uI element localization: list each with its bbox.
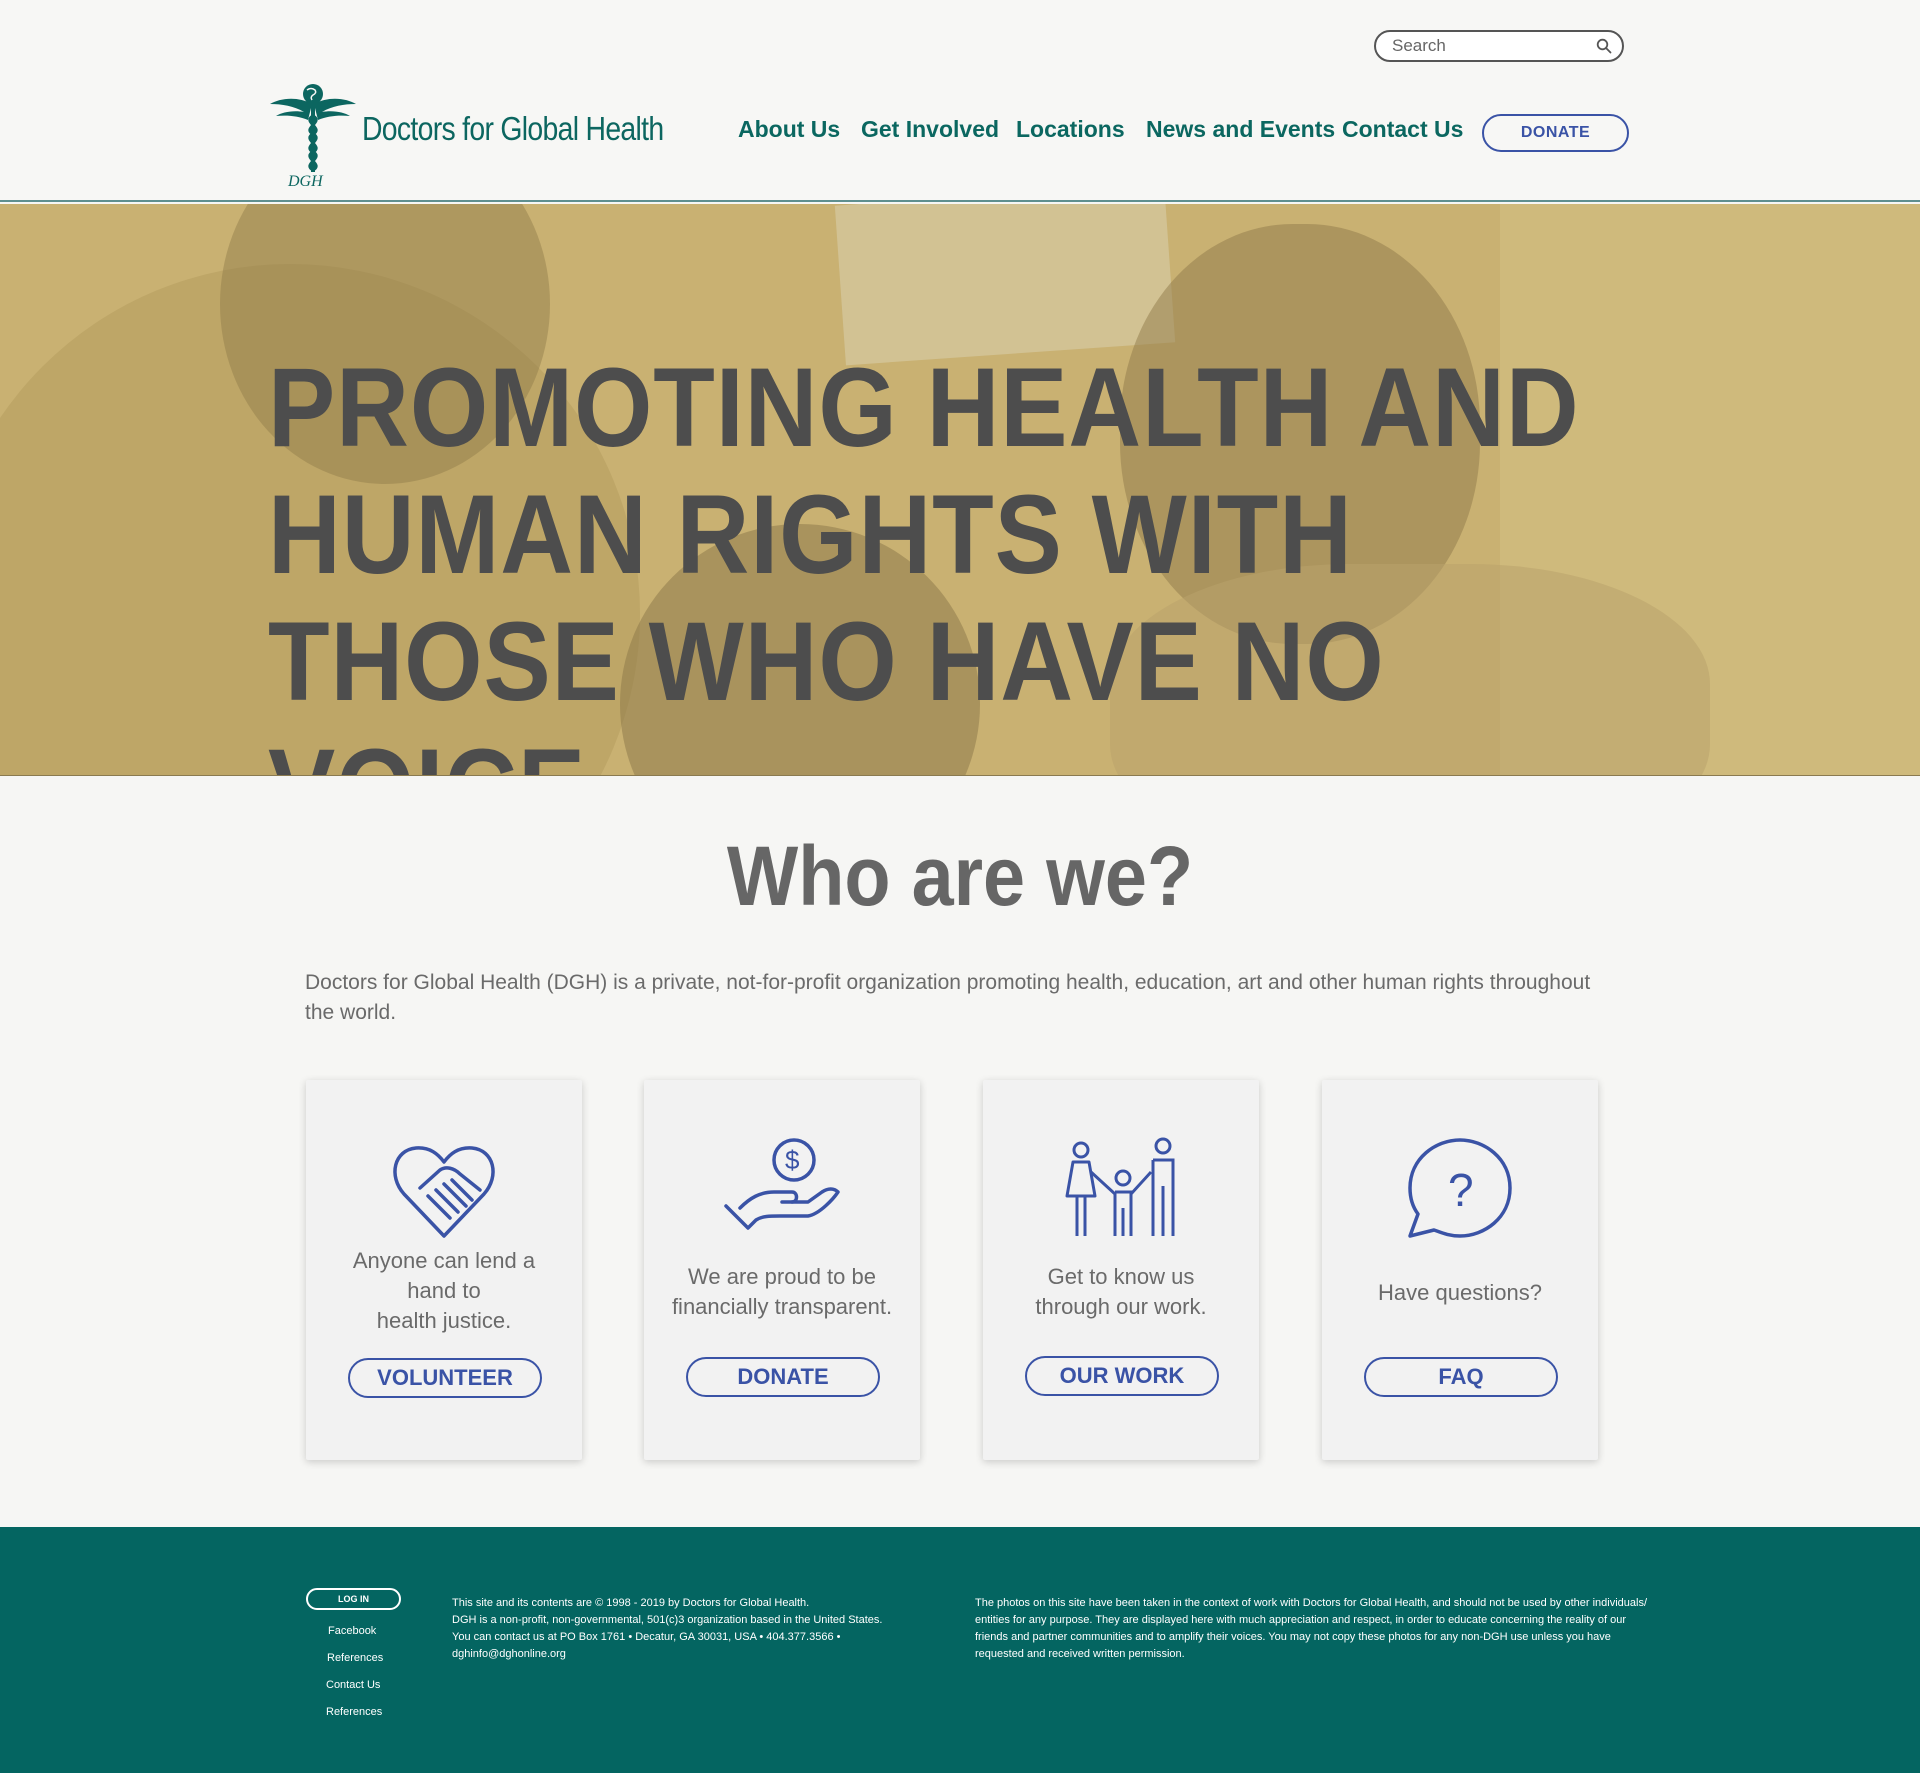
footer-link-facebook[interactable]: Facebook bbox=[328, 1625, 376, 1637]
card-text-line: health justice. bbox=[376, 1308, 512, 1333]
dgh-logo[interactable]: DGH bbox=[268, 82, 358, 188]
card-text-line: Have questions? bbox=[1378, 1280, 1542, 1305]
card-text: We are proud to be financially transpare… bbox=[644, 1262, 920, 1322]
site-header: DGH Doctors for Global Health About Us G… bbox=[0, 0, 1920, 202]
footer-link-contact-us[interactable]: Contact Us bbox=[326, 1679, 380, 1691]
copyright-line: DGH is a non-profit, non-governmental, 5… bbox=[452, 1614, 883, 1626]
card-text-line: Anyone can lend a bbox=[352, 1248, 536, 1273]
photo-notice-line: requested and received written permissio… bbox=[975, 1648, 1185, 1660]
header-donate-button[interactable]: DONATE bbox=[1482, 114, 1629, 152]
family-icon bbox=[1065, 1137, 1175, 1236]
donate-button[interactable]: DONATE bbox=[686, 1357, 880, 1397]
svg-text:$: $ bbox=[785, 1145, 800, 1175]
logo-letters: DGH bbox=[287, 173, 324, 188]
nav-get-involved[interactable]: Get Involved bbox=[861, 116, 999, 143]
card-text-line: hand to bbox=[407, 1278, 481, 1303]
search-icon[interactable] bbox=[1596, 38, 1612, 54]
card-text-line: We are proud to be bbox=[688, 1264, 876, 1289]
login-button[interactable]: LOG IN bbox=[306, 1588, 401, 1610]
copyright-line: This site and its contents are © 1998 - … bbox=[452, 1597, 810, 1609]
card-text: Get to know us through our work. bbox=[983, 1262, 1259, 1322]
photo-notice: The photos on this site have been taken … bbox=[975, 1595, 1647, 1663]
section-title: Who are we? bbox=[726, 829, 1194, 923]
hero-photo-shade bbox=[834, 204, 1176, 366]
question-bubble-icon: ? bbox=[1408, 1138, 1512, 1238]
about-paragraph: Doctors for Global Health (DGH) is a pri… bbox=[305, 971, 1591, 1024]
photo-notice-line: entities for any purpose. They are displ… bbox=[975, 1614, 1627, 1626]
donate-card: $ We are proud to be financially transpa… bbox=[644, 1080, 920, 1460]
card-text-line: through our work. bbox=[1035, 1294, 1207, 1319]
nav-about-us[interactable]: About Us bbox=[738, 116, 840, 143]
nav-locations[interactable]: Locations bbox=[1016, 116, 1125, 143]
nav-contact-us[interactable]: Contact Us bbox=[1342, 116, 1463, 143]
search-input[interactable] bbox=[1392, 36, 1592, 56]
card-text-line: Get to know us bbox=[1047, 1264, 1195, 1289]
volunteer-button[interactable]: VOLUNTEER bbox=[348, 1358, 542, 1398]
faq-button[interactable]: FAQ bbox=[1364, 1357, 1558, 1397]
heart-handshake-icon bbox=[393, 1146, 495, 1238]
volunteer-card: Anyone can lend a hand to health justice… bbox=[306, 1080, 582, 1460]
footer-link-references[interactable]: References bbox=[327, 1652, 383, 1664]
hand-coin-icon: $ bbox=[724, 1138, 840, 1230]
card-text: Anyone can lend a hand to health justice… bbox=[306, 1246, 582, 1336]
photo-notice-line: The photos on this site have been taken … bbox=[975, 1597, 1648, 1609]
svg-text:?: ? bbox=[1448, 1164, 1474, 1216]
faq-card: ? Have questions? FAQ bbox=[1322, 1080, 1598, 1460]
copyright-line: You can contact us at PO Box 1761 • Deca… bbox=[452, 1631, 841, 1643]
card-text-line: financially transparent. bbox=[671, 1294, 893, 1319]
photo-notice-line: friends and partner communities and to a… bbox=[975, 1631, 1611, 1643]
card-text: Have questions? bbox=[1322, 1278, 1598, 1308]
footer-link-references[interactable]: References bbox=[326, 1706, 382, 1718]
copyright-notice: This site and its contents are © 1998 - … bbox=[452, 1595, 882, 1663]
site-footer: LOG IN Facebook References Contact Us Re… bbox=[0, 1527, 1920, 1773]
hero-title: PROMOTING HEALTH AND HUMAN RIGHTS WITH T… bbox=[268, 345, 1580, 775]
nav-news-and-events[interactable]: News and Events bbox=[1146, 116, 1335, 143]
our-work-button[interactable]: OUR WORK bbox=[1025, 1356, 1219, 1396]
brand-name[interactable]: Doctors for Global Health bbox=[362, 110, 664, 148]
hero-banner: PROMOTING HEALTH AND HUMAN RIGHTS WITH T… bbox=[0, 204, 1920, 776]
copyright-line: dghinfo@dghonline.org bbox=[452, 1648, 566, 1660]
search-box[interactable] bbox=[1374, 30, 1624, 62]
our-work-card: Get to know us through our work. OUR WOR… bbox=[983, 1080, 1259, 1460]
